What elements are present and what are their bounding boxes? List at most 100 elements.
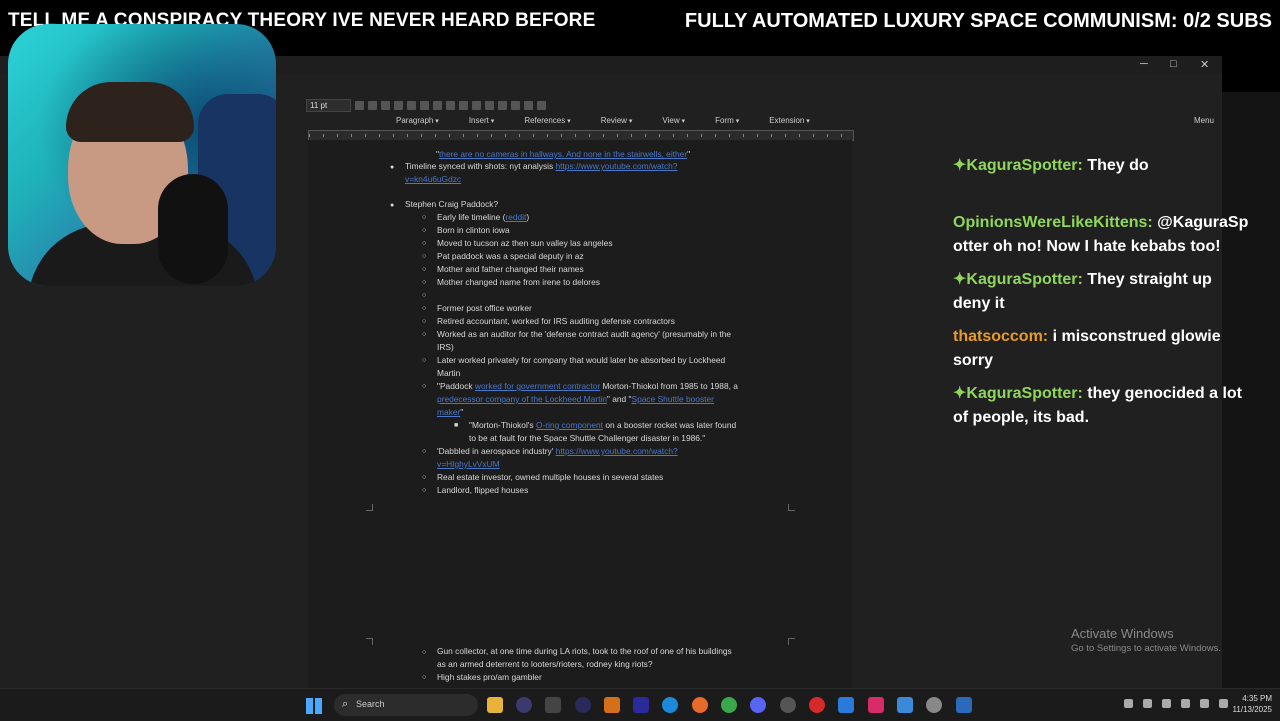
discord-icon[interactable]	[750, 697, 766, 713]
app-icon[interactable]	[575, 697, 591, 713]
chevron-up-icon[interactable]	[1124, 699, 1133, 708]
ruler-ticks	[309, 134, 853, 137]
doc-link[interactable]: O-ring component	[536, 420, 603, 430]
font-color-icon[interactable]	[355, 100, 364, 110]
bullet-icon: ○	[422, 357, 427, 364]
bullet-icon: ○	[422, 305, 427, 312]
document-page[interactable]: "there are no cameras in hallways. And n…	[308, 140, 852, 688]
menu-view[interactable]: View	[662, 116, 685, 125]
edge-icon[interactable]	[662, 697, 678, 713]
app-icon[interactable]	[868, 697, 884, 713]
doc-link[interactable]: worked for government contractor	[475, 381, 600, 391]
highlight-icon[interactable]	[524, 100, 533, 110]
document-editor-taskbar-icon[interactable]	[956, 697, 972, 713]
image-icon[interactable]	[446, 100, 455, 110]
wifi-icon[interactable]	[1200, 699, 1209, 708]
chat-text: of people, its bad.	[953, 409, 1090, 426]
doc-link[interactable]: Space Shuttle booster	[632, 394, 714, 404]
minimize-button[interactable]: ─	[1140, 58, 1148, 70]
menu-paragraph[interactable]: Paragraph	[396, 116, 439, 125]
bullet-icon: ●	[390, 164, 395, 171]
app-icon[interactable]	[516, 697, 532, 713]
chat-message: ✦KaguraSpotter: they genocided a lot of …	[953, 382, 1277, 430]
menu-button[interactable]: Menu	[1194, 116, 1214, 125]
search-icon: ⌕	[342, 698, 349, 710]
doc-line: High stakes pro/am gambler	[437, 672, 542, 682]
bullet-icon: ○	[422, 383, 427, 390]
app-tray-icon[interactable]	[1162, 699, 1171, 708]
doc-line: as an armed deterrent to looters/rioters…	[437, 659, 653, 669]
menu-insert[interactable]: Insert	[469, 116, 494, 125]
page-margin-mark	[366, 638, 373, 645]
doc-link[interactable]: maker	[437, 407, 460, 417]
doc-line: Retired accountant, worked for IRS audit…	[437, 316, 675, 326]
doc-line: "Paddock worked for government contracto…	[437, 381, 738, 391]
indent-icon[interactable]	[420, 100, 429, 110]
clock[interactable]: 4:35 PM 11/13/2025	[1233, 693, 1272, 715]
bullet-icon: ■	[454, 422, 459, 429]
doc-link[interactable]: https://www.youtube.com/watch?	[556, 161, 678, 171]
chart-icon[interactable]	[472, 100, 481, 110]
vlc-icon[interactable]	[604, 697, 620, 713]
table-icon[interactable]	[433, 100, 442, 110]
maximize-button[interactable]: □	[1170, 58, 1177, 70]
comment-icon[interactable]	[498, 100, 507, 110]
obs-icon[interactable]	[780, 697, 796, 713]
close-button[interactable]: ✕	[1200, 58, 1209, 71]
doc-line: Martin	[437, 368, 461, 378]
doc-link[interactable]: reddit	[505, 212, 526, 222]
bullet-icon: ○	[422, 240, 427, 247]
chat-username: OpinionsWereLikeKittens:	[953, 214, 1153, 231]
star-icon: ✦	[953, 385, 967, 402]
doc-link[interactable]: v=HIghyLvVxUM	[437, 459, 500, 469]
doc-link[interactable]: https://www.youtube.com/watch?	[556, 446, 678, 456]
menu-references[interactable]: References	[524, 116, 570, 125]
bullet-icon: ○	[422, 448, 427, 455]
app-icon[interactable]	[545, 697, 561, 713]
doc-link[interactable]: there are no cameras in hallways. And no…	[439, 149, 687, 159]
windows-start-icon[interactable]	[306, 698, 322, 714]
chrome-icon[interactable]	[721, 697, 737, 713]
firefox-icon[interactable]	[692, 697, 708, 713]
doc-line: Gun collector, at one time during LA rio…	[437, 646, 732, 656]
doc-line: Born in clinton iowa	[437, 225, 510, 235]
align-right-icon[interactable]	[394, 100, 403, 110]
file-explorer-icon[interactable]	[487, 697, 503, 713]
menu-form[interactable]: Form	[715, 116, 739, 125]
media-player-icon[interactable]	[809, 697, 825, 713]
font-size-select[interactable]: 11 pt	[306, 98, 351, 112]
microphone-tray-icon[interactable]	[1181, 699, 1190, 708]
doc-line: Real estate investor, owned multiple hou…	[437, 472, 664, 482]
doc-line: predecessor company of the Lockheed Mart…	[437, 394, 714, 404]
menu-extension[interactable]: Extension	[769, 116, 810, 125]
page-margin-mark	[366, 504, 373, 511]
align-left-icon[interactable]	[368, 100, 377, 110]
align-center-icon[interactable]	[381, 100, 390, 110]
doc-line: Mother changed name from irene to delore…	[437, 277, 600, 287]
search-label: Search	[356, 699, 385, 709]
volume-icon[interactable]	[1219, 699, 1228, 708]
link-icon[interactable]	[485, 100, 494, 110]
banner-sub-goal: FULLY AUTOMATED LUXURY SPACE COMMUNISM: …	[684, 10, 1272, 32]
doc-line: Worked as an auditor for the 'defense co…	[437, 329, 732, 339]
taskbar-search[interactable]: ⌕ Search	[334, 694, 478, 716]
toolbar-menu-row: Paragraph Insert References Review View …	[396, 116, 810, 125]
app-icon[interactable]	[897, 697, 913, 713]
doc-line: to be at fault for the Space Shuttle Cha…	[469, 433, 706, 443]
vscode-icon[interactable]	[838, 697, 854, 713]
network-icon[interactable]	[1143, 699, 1152, 708]
shape-icon[interactable]	[459, 100, 468, 110]
taskbar: ⌕ Search 4:35 PM 11/13/2025	[0, 688, 1280, 721]
doc-link[interactable]: predecessor company of the Lockheed Mart…	[437, 394, 607, 404]
doc-line: IRS)	[437, 342, 454, 352]
app-icon[interactable]	[633, 697, 649, 713]
clock-date: 11/13/2025	[1232, 705, 1272, 714]
menu-review[interactable]: Review	[601, 116, 633, 125]
settings-icon[interactable]	[926, 697, 942, 713]
list-icon[interactable]	[407, 100, 416, 110]
doc-line: Former post office worker	[437, 303, 532, 313]
bookmark-icon[interactable]	[511, 100, 520, 110]
doc-link[interactable]: v=kn4u6uGdzc	[405, 174, 461, 184]
field-icon[interactable]	[537, 100, 546, 110]
bullet-icon: ●	[390, 202, 395, 209]
